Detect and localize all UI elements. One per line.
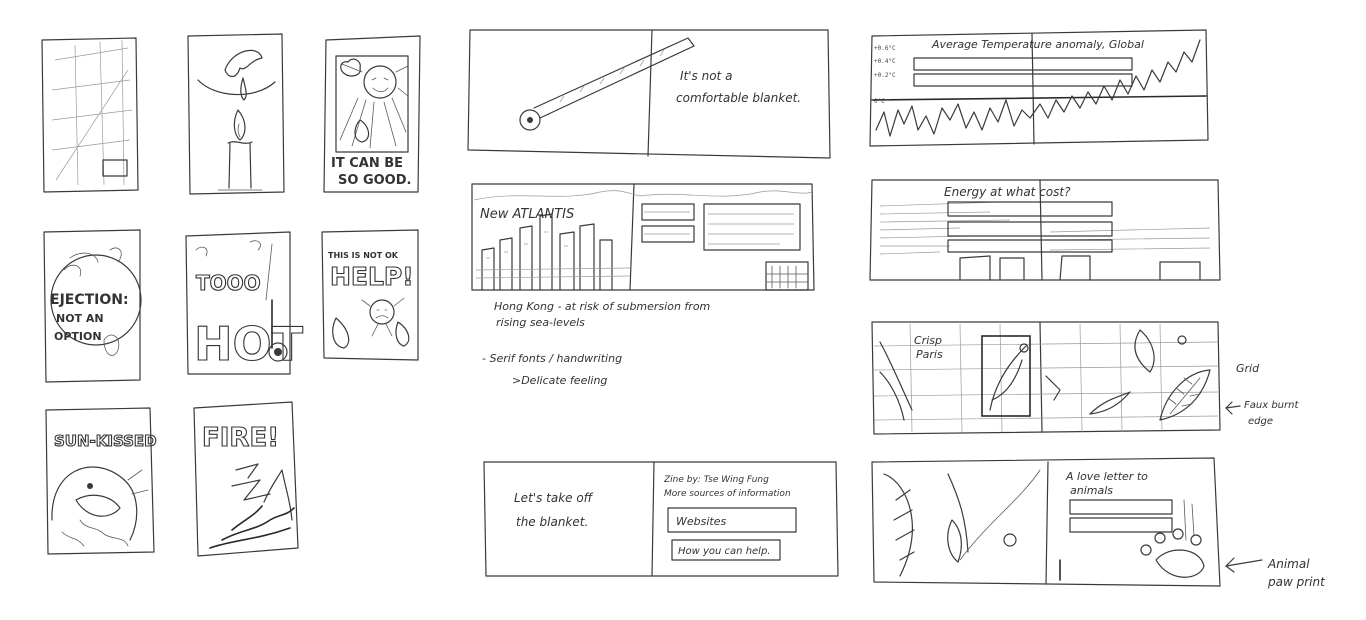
sketch-canvas: IT CAN BE SO GOOD. EJECTION: NOT AN OPTI… xyxy=(41,29,1326,589)
poster-ejection-panel: EJECTION: NOT AN OPTION xyxy=(43,229,142,383)
blanket-left-line1: Let's take off xyxy=(514,491,594,505)
temp-title: Average Temperature anomaly, Global xyxy=(931,38,1144,51)
blanket-left-line2: the blanket. xyxy=(516,515,588,529)
fire-title: FIRE! xyxy=(202,423,279,453)
blanket-websites-button: Websites xyxy=(676,515,726,528)
animal-note-line1: Animal xyxy=(1267,557,1310,571)
poster-fire-panel: FIRE! xyxy=(193,401,299,557)
animals-line2: animals xyxy=(1070,484,1113,497)
sunkissed-title: SUN-KISSED xyxy=(54,432,157,450)
grid-note: Grid xyxy=(1236,362,1260,375)
too-hot-top: TOOO xyxy=(196,271,261,295)
sketch-sheet: IT CAN BE SO GOOD. EJECTION: NOT AN OPTI… xyxy=(0,0,1366,620)
blanket-right-line1: Zine by: Tse Wing Fung xyxy=(663,475,769,485)
atlantis-note-line2: rising sea-levels xyxy=(496,316,585,329)
blanket-right-line2: More sources of information xyxy=(664,489,791,499)
web-blanket-panel: Let's take off the blanket. Zine by: Tse… xyxy=(483,461,839,577)
web-crisp-panel: Crisp Paris xyxy=(871,321,1221,435)
ejection-line3: OPTION xyxy=(54,330,102,343)
sun-caption-line2: SO GOOD. xyxy=(338,173,411,188)
temp-tick-3: 0°C xyxy=(874,98,885,105)
web-atlantis-panel: New ATLANTIS xyxy=(471,183,815,291)
temp-tick-1: +0.4°C xyxy=(874,58,896,65)
temp-tick-0: +0.6°C xyxy=(874,45,896,52)
ejection-line2: NOT AN xyxy=(56,312,104,325)
poster-sun-panel: IT CAN BE SO GOOD. xyxy=(323,35,421,193)
blanket-help-button: How you can help. xyxy=(678,546,771,557)
sun-caption-line1: IT CAN BE xyxy=(331,156,403,171)
energy-title: Energy at what cost? xyxy=(944,185,1071,199)
thermometer-line1: It's not a xyxy=(680,69,732,83)
atlantis-title: New ATLANTIS xyxy=(480,207,574,222)
animals-line1: A love letter to xyxy=(1065,470,1148,483)
atlantis-note-bullet2: >Delicate feeling xyxy=(512,374,607,387)
atlantis-notes: Hong Kong - at risk of submersion from r… xyxy=(482,300,710,387)
help-big-text: HELP! xyxy=(330,262,414,291)
faux-edge-note-line1: Faux burnt xyxy=(1244,400,1299,411)
thermometer-line2: comfortable blanket. xyxy=(676,91,801,105)
crisp-line1: Crisp xyxy=(914,334,942,347)
faux-edge-note-line2: edge xyxy=(1248,416,1273,427)
poster-sunkissed-panel: SUN-KISSED xyxy=(45,407,157,555)
ejection-line1: EJECTION: xyxy=(50,292,129,308)
poster-too-hot-panel: TOOO HOT xyxy=(185,231,304,375)
web-thermometer-panel: It's not a comfortable blanket. xyxy=(467,29,831,159)
temp-tick-2: +0.2°C xyxy=(874,72,896,79)
too-hot-bottom: HOT xyxy=(194,317,304,371)
poster-candle-panel xyxy=(187,33,285,195)
crisp-line2: Paris xyxy=(916,348,943,361)
atlantis-note-line1: Hong Kong - at risk of submersion from xyxy=(494,300,710,313)
web-energy-panel: Energy at what cost? xyxy=(869,179,1221,281)
animal-note-line2: paw print xyxy=(1267,575,1326,589)
web-animals-panel: A love letter to animals xyxy=(871,457,1221,587)
atlantis-note-bullet1: - Serif fonts / handwriting xyxy=(482,352,622,365)
poster-help-panel: THIS IS NOT OK HELP! xyxy=(321,229,419,361)
web-temperature-panel: +0.6°C +0.4°C +0.2°C 0°C Average Tempera… xyxy=(869,29,1209,147)
help-small-text: THIS IS NOT OK xyxy=(328,251,399,260)
poster-grid-panel xyxy=(41,37,139,193)
